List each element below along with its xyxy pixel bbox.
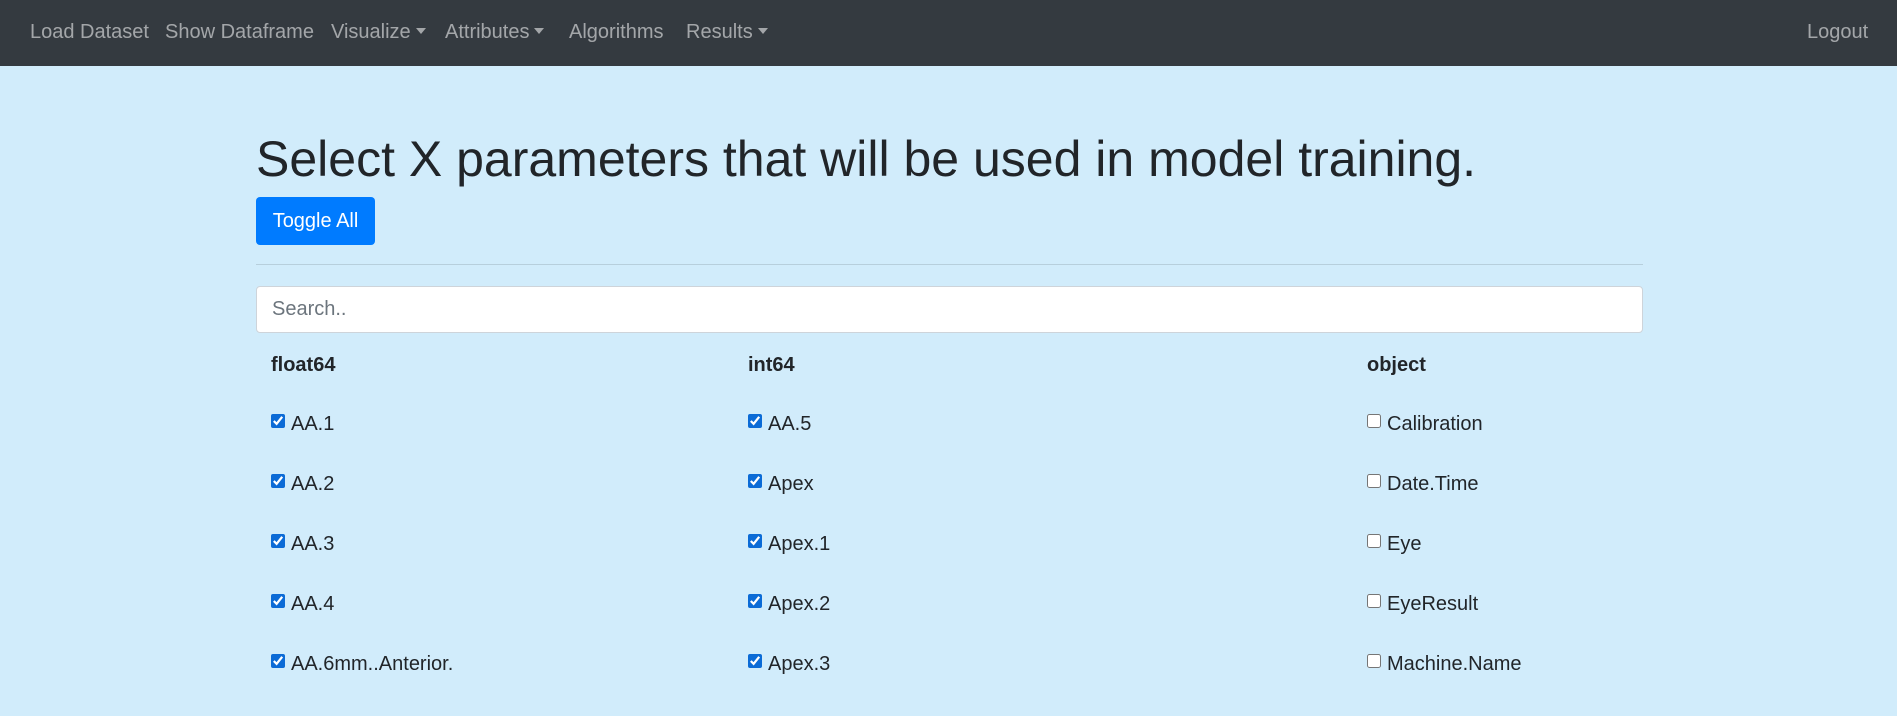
checkbox-item[interactable]: AA.3 [271,530,334,558]
nav-results-dropdown[interactable]: Results [686,21,768,44]
checkbox[interactable] [1367,414,1381,428]
checkbox-label: Eye [1387,533,1422,555]
column-header: float64 [271,354,336,376]
navbar: Load Dataset Show Dataframe Visualize At… [0,0,1903,66]
checkbox-item[interactable]: AA.5 [748,410,811,438]
checkbox-label: EyeResult [1387,593,1479,615]
checkbox-label: Apex.1 [768,533,831,555]
checkbox-item[interactable]: Apex.2 [748,590,830,618]
toggle-all-button[interactable]: Toggle All [256,197,375,245]
checkbox-label: Machine.Name [1387,653,1522,675]
nav-load-dataset[interactable]: Load Dataset [30,21,149,44]
checkbox-item[interactable]: Date.Time [1367,470,1479,498]
nav-algorithms[interactable]: Algorithms [569,21,663,44]
checkbox[interactable] [271,414,285,428]
nav-visualize-dropdown[interactable]: Visualize [331,21,426,44]
nav-show-dataframe-label: Show Dataframe [165,21,314,43]
nav-logout[interactable]: Logout [1807,21,1868,44]
checkbox-label: AA.6mm..Anterior. [291,653,454,675]
checkbox-item[interactable]: Calibration [1367,410,1483,438]
nav-attributes-dropdown[interactable]: Attributes [445,21,545,44]
checkbox-label: AA.1 [291,413,335,435]
checkbox[interactable] [1367,654,1381,668]
page-scrollbar[interactable] [1897,0,1903,716]
checkbox-item[interactable]: AA.6mm..Anterior. [271,650,453,678]
checkbox[interactable] [748,414,762,428]
column-float64: float64 AA.1 AA.2 AA.3 AA.4 AA.6mm..Ante… [271,350,453,675]
checkbox[interactable] [748,534,762,548]
nav-results-label: Results [686,21,753,43]
checkbox[interactable] [748,474,762,488]
search-input[interactable] [256,286,1643,333]
nav-attributes-label: Attributes [445,21,530,43]
checkbox[interactable] [1367,474,1381,488]
checkbox[interactable] [271,474,285,488]
checkbox-item[interactable]: EyeResult [1367,590,1478,618]
nav-logout-label: Logout [1807,21,1869,43]
checkbox[interactable] [748,654,762,668]
checkbox[interactable] [271,534,285,548]
divider [256,264,1643,265]
column-header: object [1367,354,1426,376]
checkbox-item[interactable]: Machine.Name [1367,650,1522,678]
nav-algorithms-label: Algorithms [569,21,664,43]
checkbox-item[interactable]: Apex.1 [748,530,830,558]
checkbox[interactable] [748,594,762,608]
checkbox[interactable] [271,594,285,608]
nav-visualize-label: Visualize [331,21,411,43]
page-title: Select X parameters that will be used in… [256,131,1477,187]
nav-show-dataframe[interactable]: Show Dataframe [165,21,314,44]
checkbox-label: Apex [768,473,814,495]
caret-down-icon [415,28,426,34]
checkbox-label: Calibration [1387,413,1483,435]
checkbox-label: Apex.3 [768,653,831,675]
checkbox-label: Date.Time [1387,473,1479,495]
checkbox-item[interactable]: AA.2 [271,470,334,498]
caret-down-icon [757,28,768,34]
checkbox[interactable] [1367,594,1381,608]
checkbox-label: Apex.2 [768,593,831,615]
checkbox-item[interactable]: Eye [1367,530,1421,558]
checkbox-label: AA.4 [291,593,335,615]
checkbox-item[interactable]: AA.4 [271,590,334,618]
checkbox-item[interactable]: AA.1 [271,410,334,438]
checkbox[interactable] [271,654,285,668]
checkbox-item[interactable]: Apex [748,470,814,498]
checkbox[interactable] [1367,534,1381,548]
column-int64: int64 AA.5 Apex Apex.1 Apex.2 Apex.3 [748,350,830,675]
column-header: int64 [748,354,795,376]
checkbox-item[interactable]: Apex.3 [748,650,830,678]
caret-down-icon [534,28,545,34]
column-object: object Calibration Date.Time Eye EyeResu… [1367,350,1522,675]
checkbox-label: AA.3 [291,533,335,555]
nav-load-dataset-label: Load Dataset [30,21,149,43]
checkbox-label: AA.5 [768,413,812,435]
checkbox-label: AA.2 [291,473,335,495]
